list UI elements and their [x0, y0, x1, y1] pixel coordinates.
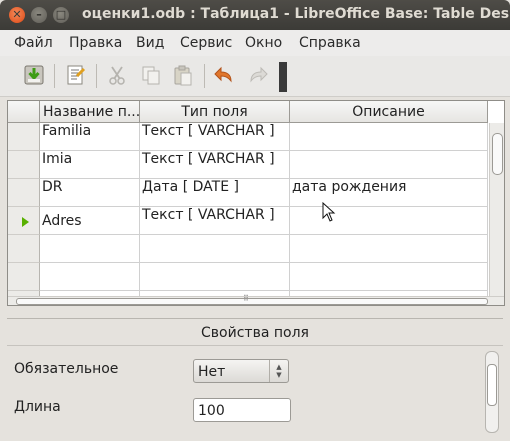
cell-field-name[interactable]: Familia	[40, 123, 140, 151]
grid-corner-header	[8, 101, 40, 123]
redo-icon[interactable]	[247, 64, 269, 86]
properties-vertical-scrollbar[interactable]	[485, 351, 499, 433]
menu-help[interactable]: Справка	[299, 35, 361, 51]
required-label: Обязательное	[14, 361, 119, 377]
row-header[interactable]	[8, 123, 40, 151]
cell-description[interactable]	[290, 207, 488, 235]
cell-field-name[interactable]	[40, 263, 140, 291]
minimize-window-button[interactable]: –	[31, 7, 47, 23]
row-header[interactable]	[8, 151, 40, 179]
cell-field-type[interactable]: Дата [ DATE ]	[140, 179, 290, 207]
maximize-window-button[interactable]: □	[53, 7, 69, 23]
field-properties-panel: Свойства поля Обязательное Нет ▲ ▼ Длина …	[7, 318, 503, 441]
row-header[interactable]	[8, 235, 40, 263]
toolbar	[0, 56, 510, 97]
cell-description[interactable]	[290, 151, 488, 179]
cell-field-type[interactable]: Текст [ VARCHAR ]	[140, 151, 290, 179]
grid-vertical-scrollbar[interactable]	[489, 123, 504, 297]
cell-field-name[interactable]: Imia	[40, 151, 140, 179]
cell-field-type[interactable]: Текст [ VARCHAR ]	[140, 123, 290, 151]
paste-icon[interactable]	[172, 64, 194, 86]
cell-field-name[interactable]: Adres	[40, 207, 140, 235]
close-window-button[interactable]: ✕	[9, 7, 25, 23]
menu-edit[interactable]: Правка	[69, 35, 122, 51]
menu-view[interactable]: Вид	[136, 35, 164, 51]
column-header-field-name[interactable]: Название п...	[40, 101, 140, 123]
grid-horizontal-scroll-thumb[interactable]: ⠿	[16, 294, 488, 305]
cell-description[interactable]	[290, 123, 488, 151]
window-title: оценки1.odb : Таблица1 - LibreOffice Bas…	[82, 6, 510, 22]
undo-icon[interactable]	[213, 64, 235, 86]
cut-icon[interactable]	[106, 64, 128, 86]
edit-icon[interactable]	[64, 64, 86, 86]
menu-file[interactable]: Файл	[14, 35, 53, 51]
cell-field-name[interactable]: DR	[40, 179, 140, 207]
row-header[interactable]	[8, 263, 40, 291]
row-header-current[interactable]	[8, 207, 40, 235]
column-header-description[interactable]: Описание	[290, 101, 488, 123]
required-select-value: Нет	[198, 364, 226, 380]
cell-description[interactable]	[290, 263, 488, 291]
copy-icon[interactable]	[140, 64, 162, 86]
column-header-field-type[interactable]: Тип поля	[140, 101, 290, 123]
length-input[interactable]: 100	[193, 398, 291, 422]
mouse-pointer-icon	[322, 201, 336, 226]
menu-tools[interactable]: Сервис	[180, 35, 232, 51]
required-select-spin-icon[interactable]: ▲ ▼	[269, 360, 288, 382]
table-design-grid[interactable]: Название п... Тип поля Описание Familia …	[7, 100, 505, 306]
toolbar-separator	[54, 64, 55, 88]
menu-bar: Файл Правка Вид Сервис Окно Справка	[0, 30, 510, 56]
divider	[7, 345, 503, 346]
grid-horizontal-scrollbar[interactable]: ⠿	[8, 294, 504, 305]
toolbar-separator	[204, 64, 205, 88]
save-icon[interactable]	[23, 64, 45, 86]
toolbar-overflow-handle[interactable]	[279, 62, 287, 92]
menu-window[interactable]: Окно	[245, 35, 282, 51]
required-select[interactable]: Нет ▲ ▼	[193, 359, 289, 383]
cell-field-type[interactable]	[140, 263, 290, 291]
field-properties-title: Свойства поля	[201, 325, 309, 341]
properties-scroll-thumb[interactable]	[487, 364, 497, 406]
cell-field-type[interactable]: Текст [ VARCHAR ]	[140, 207, 290, 235]
cell-description[interactable]	[290, 235, 488, 263]
cell-field-type[interactable]	[140, 235, 290, 263]
title-bar: ✕ – □ оценки1.odb : Таблица1 - LibreOffi…	[0, 0, 510, 30]
row-header[interactable]	[8, 179, 40, 207]
scroll-grip-icon: ⠿	[243, 294, 249, 303]
length-label: Длина	[14, 399, 61, 415]
current-row-arrow-icon	[22, 217, 29, 227]
grid-vertical-scroll-thumb[interactable]	[492, 133, 503, 175]
cell-field-name[interactable]	[40, 235, 140, 263]
cell-description[interactable]: дата рождения	[290, 179, 488, 207]
toolbar-separator	[96, 64, 97, 88]
